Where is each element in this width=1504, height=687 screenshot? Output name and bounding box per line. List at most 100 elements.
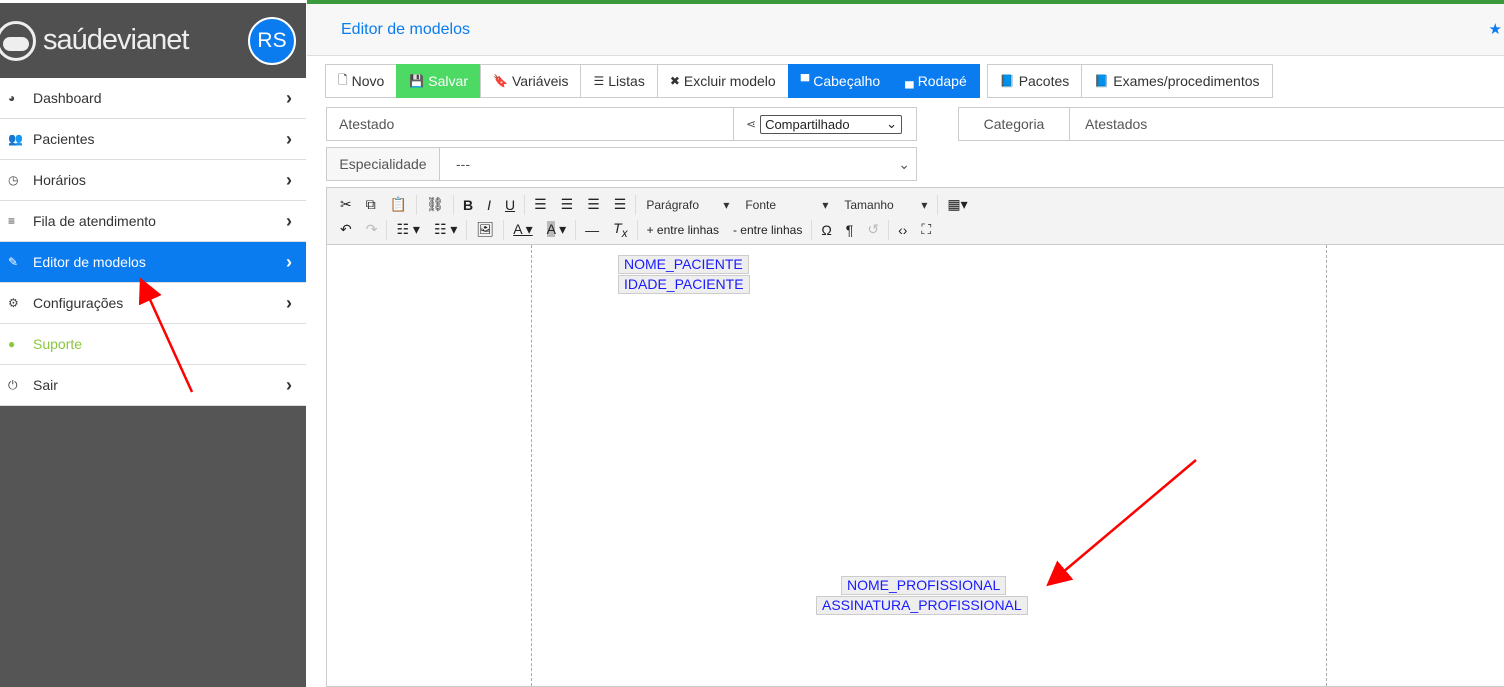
cloud-icon	[0, 20, 36, 61]
find-icon[interactable]: ⛓	[419, 196, 451, 213]
category-label: Categoria	[959, 108, 1070, 140]
sidebar-item-label: Pacientes	[33, 131, 95, 147]
button-label: Rodapé	[917, 73, 967, 89]
font-dropdown[interactable]: Fonte ▾	[737, 198, 836, 212]
novo-button[interactable]: 🗋 Novo	[325, 64, 398, 98]
dropdown-label: Tamanho	[844, 197, 894, 212]
variable-tag[interactable]: IDADE_PACIENTE	[618, 275, 750, 294]
users-icon: 👥	[8, 132, 23, 146]
avatar[interactable]: RS	[248, 17, 296, 65]
sidebar-item-editor-modelos[interactable]: ✎ Editor de modelos ›	[0, 242, 306, 283]
button-label: Salvar	[428, 73, 468, 89]
sidebar-item-horarios[interactable]: ◷ Horários ›	[0, 160, 306, 201]
editor-page[interactable]: NOME_PACIENTE IDADE_PACIENTE NOME_PROFIS…	[531, 245, 1327, 686]
variable-tag[interactable]: NOME_PACIENTE	[618, 255, 749, 274]
redo-icon[interactable]: ↷	[359, 221, 385, 238]
power-icon: ⏻	[8, 377, 18, 392]
sidebar-item-configuracoes[interactable]: ⚙ Configurações ›	[0, 283, 306, 324]
sidebar-item-label: Editor de modelos	[33, 254, 146, 270]
page-title: Editor de modelos	[341, 20, 470, 38]
pilcrow-icon[interactable]: ¶	[839, 222, 861, 238]
button-label: Variáveis	[511, 73, 569, 89]
paste-icon[interactable]: 📋	[383, 196, 414, 213]
numbered-list-icon[interactable]: ☷ ▾	[427, 221, 464, 238]
sidebar-item-pacientes[interactable]: 👥 Pacientes ›	[0, 119, 306, 160]
horizontal-rule-icon[interactable]: —	[578, 222, 606, 238]
sidebar-item-label: Horários	[33, 172, 86, 188]
salvar-button[interactable]: 💾 Salvar	[396, 64, 481, 98]
brand-header: saúdevianet RS	[0, 0, 306, 78]
footer-icon: ▄	[905, 74, 914, 88]
specialty-label: Especialidade	[327, 148, 440, 180]
chat-icon: ●	[8, 337, 16, 351]
edit-icon: ✎	[8, 255, 19, 269]
model-name-input[interactable]: Atestado	[327, 108, 734, 140]
undo-icon[interactable]: ↶	[333, 221, 359, 238]
chevron-right-icon: ›	[286, 169, 292, 190]
cabecalho-button[interactable]: ▀ Cabeçalho	[787, 64, 894, 98]
category-input[interactable]: Atestados	[1070, 116, 1147, 132]
file-icon: 🗋	[338, 72, 348, 87]
paragraph-dropdown[interactable]: Parágrafo ▾	[638, 198, 737, 212]
pacotes-button[interactable]: 📘 Pacotes	[986, 64, 1083, 98]
bookmark-icon: 🔖	[492, 74, 508, 88]
align-justify-icon[interactable]: ☰	[607, 196, 634, 213]
decrease-line-height-button[interactable]: - entre linhas	[726, 223, 809, 237]
cut-icon[interactable]: ✂	[333, 196, 359, 213]
share-select[interactable]: Compartilhado ⌄	[760, 114, 903, 134]
sidebar-item-label: Sair	[33, 377, 58, 393]
bold-icon[interactable]: B	[456, 197, 480, 213]
size-dropdown[interactable]: Tamanho ▾	[836, 198, 935, 212]
align-left-icon[interactable]: ☰	[527, 196, 554, 213]
clear-format-icon[interactable]: Tx	[606, 220, 634, 240]
button-label: Novo	[351, 73, 385, 89]
share-icon: ⋖	[746, 117, 757, 131]
font-color-icon[interactable]: A ▾	[506, 221, 539, 238]
caret-down-icon: ▾	[822, 197, 829, 212]
increase-line-height-button[interactable]: + entre linhas	[640, 223, 726, 237]
logo[interactable]: saúdevianet	[0, 20, 189, 61]
specialty-select[interactable]: --- ⌄	[440, 156, 916, 173]
image-icon[interactable]: 🖼	[469, 221, 501, 238]
book-icon: 📘	[999, 74, 1015, 88]
variaveis-button[interactable]: 🔖 Variáveis	[479, 64, 582, 98]
dashboard-icon: ◕	[8, 91, 16, 105]
list-icon: ☰	[593, 74, 605, 88]
dropdown-label: Fonte	[745, 197, 777, 212]
listas-button[interactable]: ☰ Listas	[580, 64, 658, 98]
caret-down-icon: ▾	[723, 197, 730, 212]
exames-button[interactable]: 📘 Exames/procedimentos	[1081, 64, 1273, 98]
dropdown-label: Parágrafo	[646, 197, 700, 212]
button-label: Listas	[608, 73, 645, 89]
variable-tag[interactable]: NOME_PROFISSIONAL	[841, 576, 1007, 595]
bullet-list-icon[interactable]: ☷ ▾	[389, 221, 426, 238]
underline-icon[interactable]: U	[498, 197, 522, 213]
button-label: Cabeçalho	[813, 73, 881, 89]
fullscreen-icon[interactable]: ⛶	[914, 221, 938, 238]
button-label: Excluir modelo	[683, 73, 776, 89]
chevron-down-icon: ⌄	[886, 116, 898, 131]
omega-icon[interactable]: Ω	[814, 222, 838, 238]
sidebar-item-fila[interactable]: ≡ Fila de atendimento ›	[0, 201, 306, 242]
category-group: Categoria Atestados	[958, 107, 1504, 141]
rodape-button[interactable]: ▄ Rodapé	[892, 64, 980, 98]
star-icon[interactable]: ★	[1489, 20, 1502, 38]
code-icon[interactable]: ‹›	[891, 222, 914, 238]
clock-icon: ◷	[8, 173, 19, 187]
logo-text: saúdevianet	[43, 24, 189, 56]
copy-icon[interactable]: ⧉	[359, 196, 383, 213]
sidebar-item-dashboard[interactable]: ◕ Dashboard ›	[0, 78, 306, 119]
highlight-icon[interactable]: A ▾	[540, 221, 574, 238]
save-icon: 💾	[409, 74, 425, 88]
excluir-modelo-button[interactable]: ✖ Excluir modelo	[656, 64, 789, 98]
italic-icon[interactable]: I	[480, 197, 498, 213]
history-icon[interactable]: ↺	[860, 221, 886, 238]
sidebar-item-sair[interactable]: ⏻ Sair ›	[0, 365, 306, 406]
align-center-icon[interactable]: ☰	[554, 196, 581, 213]
variable-tag[interactable]: ASSINATURA_PROFISSIONAL	[816, 596, 1028, 615]
sidebar-item-suporte[interactable]: ● Suporte	[0, 324, 306, 365]
align-right-icon[interactable]: ☰	[580, 196, 607, 213]
book-icon: 📘	[1094, 74, 1110, 88]
model-name-group: Atestado ⋖ Compartilhado ⌄	[326, 107, 917, 141]
table-icon[interactable]: ▦▾	[940, 196, 974, 213]
